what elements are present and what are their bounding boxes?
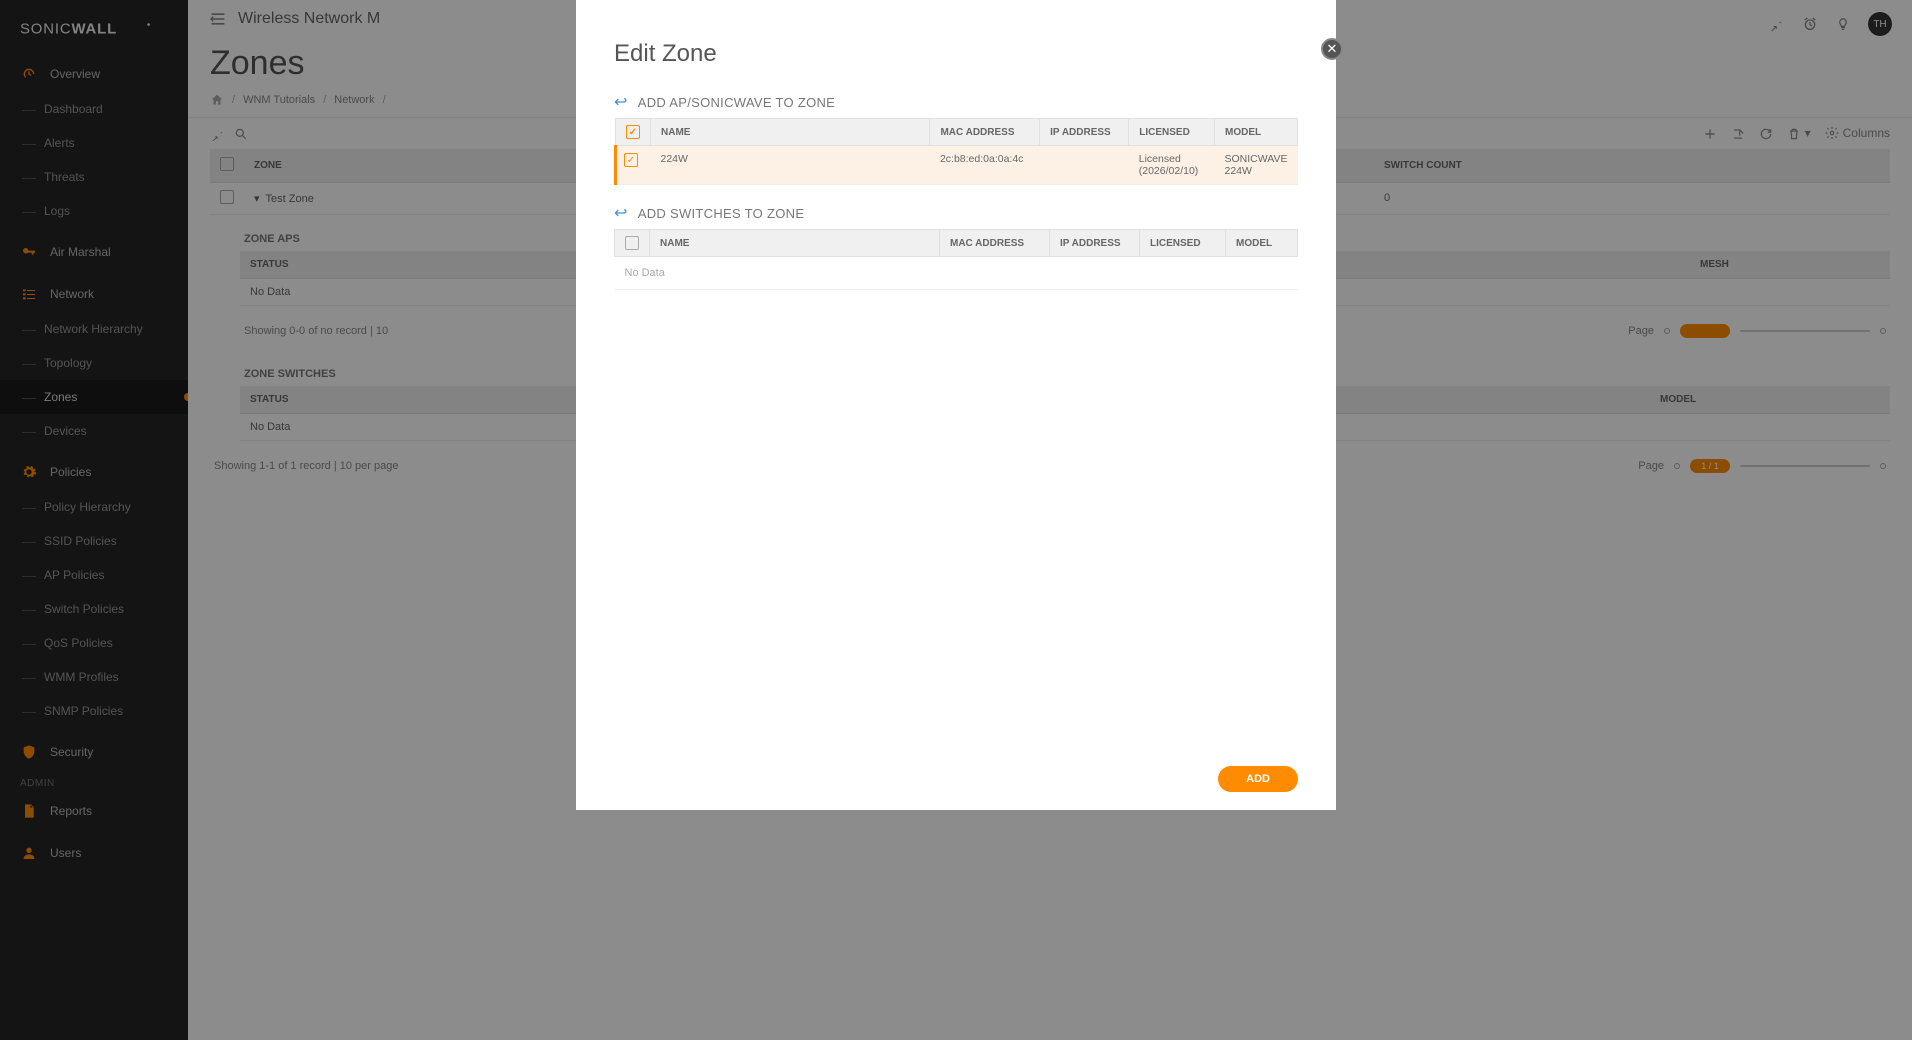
ap-row[interactable]: ✓ 224W 2c:b8:ed:0a:0a:4c Licensed(2026/0…: [616, 146, 1298, 185]
ap-row-checkbox[interactable]: ✓: [624, 153, 638, 167]
col-mac[interactable]: MAC ADDRESS: [940, 230, 1050, 257]
col-licensed[interactable]: LICENSED: [1140, 230, 1226, 257]
col-model[interactable]: MODEL: [1214, 119, 1297, 146]
col-mac[interactable]: MAC ADDRESS: [930, 119, 1040, 146]
ap-table: ✓ NAME MAC ADDRESS IP ADDRESS LICENSED M…: [614, 118, 1298, 185]
modal-overlay: ✕ Edit Zone ↩ ADD AP/SONICWAVE TO ZONE ✓…: [0, 0, 1912, 1040]
back-arrow-icon[interactable]: ↩: [614, 92, 628, 112]
switch-section-title: ADD SWITCHES TO ZONE: [638, 206, 805, 221]
select-all-ap-checkbox[interactable]: ✓: [626, 125, 640, 139]
col-name[interactable]: NAME: [650, 230, 940, 257]
col-ip[interactable]: IP ADDRESS: [1040, 119, 1129, 146]
col-model[interactable]: MODEL: [1226, 230, 1298, 257]
add-button[interactable]: ADD: [1218, 766, 1298, 792]
back-arrow-icon[interactable]: ↩: [614, 203, 628, 223]
switch-table: ✓ NAME MAC ADDRESS IP ADDRESS LICENSED M…: [614, 229, 1298, 290]
col-name[interactable]: NAME: [651, 119, 930, 146]
no-data: No Data: [615, 257, 1298, 290]
select-all-switch-checkbox[interactable]: ✓: [625, 236, 639, 250]
ap-section-title: ADD AP/SONICWAVE TO ZONE: [638, 95, 835, 110]
col-licensed[interactable]: LICENSED: [1129, 119, 1215, 146]
dialog-title: Edit Zone: [614, 40, 1298, 68]
edit-zone-dialog: ✕ Edit Zone ↩ ADD AP/SONICWAVE TO ZONE ✓…: [576, 0, 1336, 810]
dialog-close-button[interactable]: ✕: [1321, 38, 1343, 60]
col-ip[interactable]: IP ADDRESS: [1050, 230, 1140, 257]
